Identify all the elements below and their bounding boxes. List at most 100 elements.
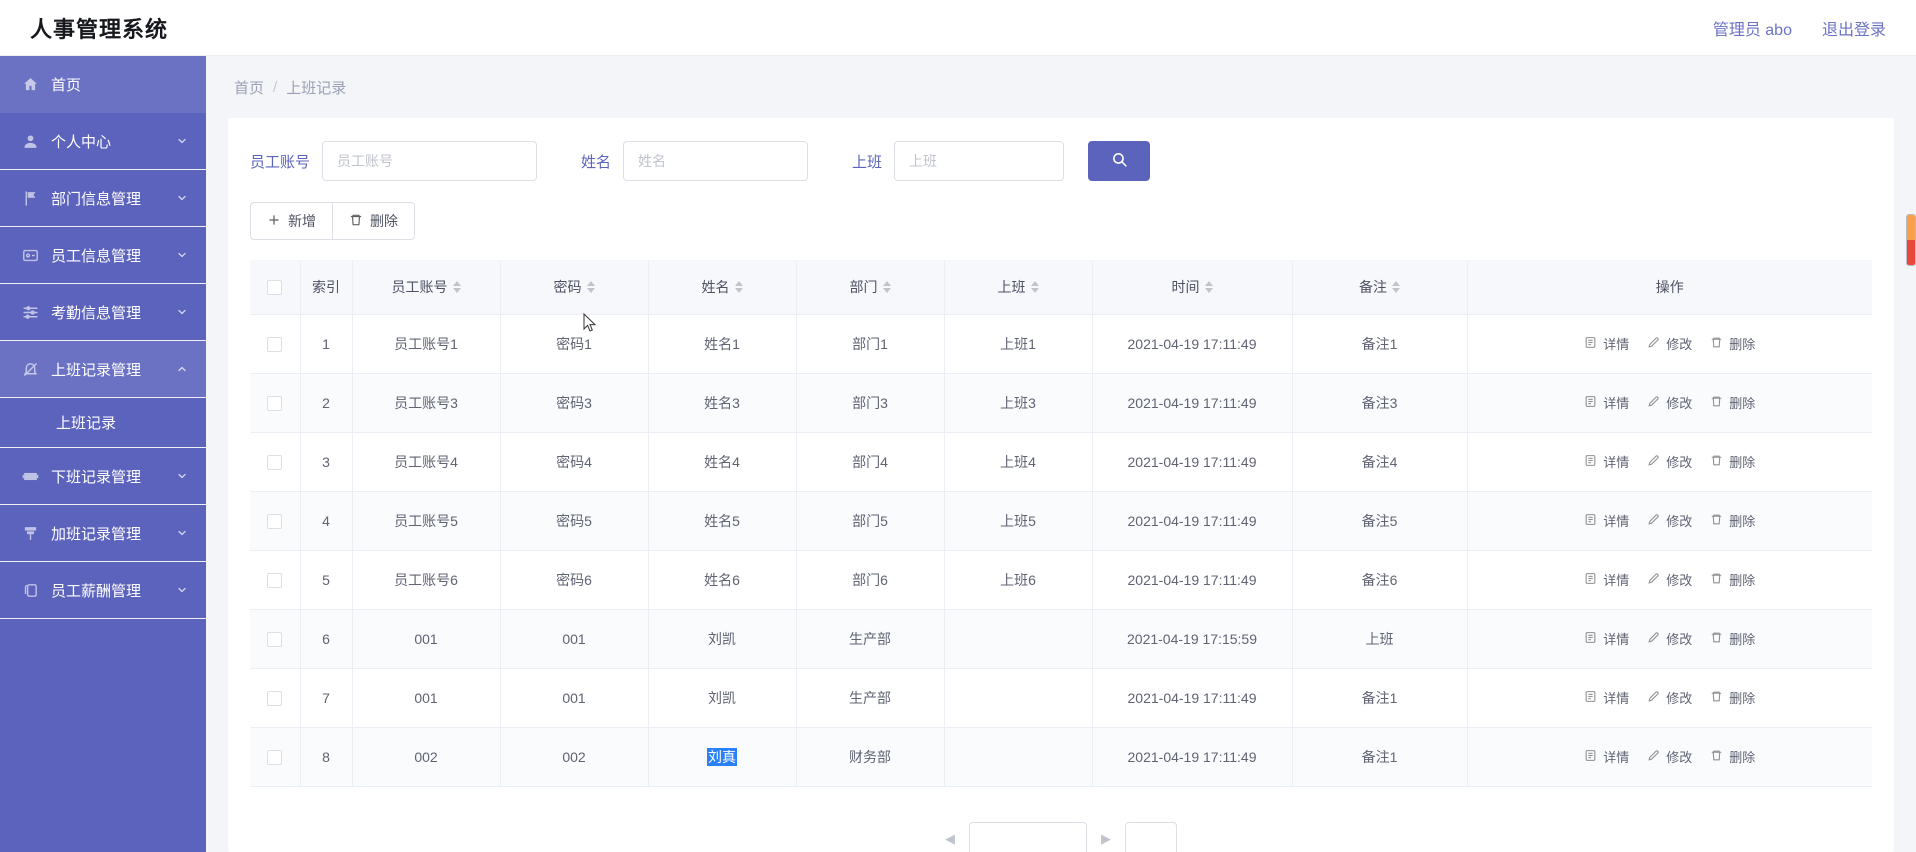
pagination-next[interactable]: ▶ [1101, 831, 1111, 847]
row-detail-button[interactable]: 详情 [1584, 570, 1629, 589]
row-trash-button[interactable]: 删除 [1710, 747, 1755, 766]
table-row[interactable]: 6 001 001 刘凯 生产部 2021-04-19 17:15:59 上班 详情 修改 删除 [250, 609, 1872, 669]
row-checkbox[interactable] [267, 749, 283, 765]
row-edit-button[interactable]: 修改 [1647, 629, 1692, 648]
sort-icon[interactable] [1030, 280, 1039, 293]
add-button[interactable]: 新增 [250, 202, 333, 240]
select-all-checkbox[interactable] [267, 280, 283, 296]
row-checkbox[interactable] [267, 631, 283, 647]
detail-icon [1584, 690, 1597, 706]
row-checkbox[interactable] [267, 513, 283, 529]
pagination: ◀ ▶ [228, 818, 1894, 852]
scrollbar-indicator[interactable] [1906, 214, 1916, 266]
table-row[interactable]: 3 员工账号4 密码4 姓名4 部门4 上班4 2021-04-19 17:11:49 备注4… [250, 432, 1872, 492]
row-edit-button[interactable]: 修改 [1647, 334, 1692, 353]
row-edit-button[interactable]: 修改 [1647, 747, 1692, 766]
row-trash-button[interactable]: 删除 [1710, 334, 1755, 353]
row-trash-button[interactable]: 删除 [1710, 452, 1755, 471]
sidebar-item-overtime-record-management[interactable]: 加班记录管理 [0, 505, 206, 562]
row-detail-button[interactable]: 详情 [1584, 747, 1629, 766]
row-checkbox[interactable] [267, 395, 283, 411]
table-row[interactable]: 8 002 002 刘真 财务部 2021-04-19 17:11:49 备注1 详情 修改 删除 [250, 727, 1872, 787]
cell-time: 2021-04-19 17:11:49 [1092, 550, 1293, 610]
cell-shift [944, 609, 1093, 669]
row-edit-button[interactable]: 修改 [1647, 570, 1692, 589]
row-trash-button[interactable]: 删除 [1710, 688, 1755, 707]
th-remark[interactable]: 备注 [1292, 260, 1468, 315]
table-row[interactable]: 5 员工账号6 密码6 姓名6 部门6 上班6 2021-04-19 17:11:49 备注6… [250, 550, 1872, 610]
th-time[interactable]: 时间 [1092, 260, 1293, 315]
table-head: 索引 员工账号 密码 姓名 部门 上班 时间 备注 操作 [250, 260, 1872, 315]
table-row[interactable]: 4 员工账号5 密码5 姓名5 部门5 上班5 2021-04-19 17:11:49 备注5… [250, 491, 1872, 551]
row-checkbox[interactable] [267, 572, 283, 588]
sort-icon[interactable] [1204, 280, 1213, 293]
table-row[interactable]: 7 001 001 刘凯 生产部 2021-04-19 17:11:49 备注1 详情 修改 删除 [250, 668, 1872, 728]
row-trash-button[interactable]: 删除 [1710, 570, 1755, 589]
row-detail-button[interactable]: 详情 [1584, 393, 1629, 412]
sidebar-item-employee-info-management[interactable]: 员工信息管理 [0, 227, 206, 284]
cell-department: 部门5 [796, 491, 945, 551]
row-detail-button[interactable]: 详情 [1584, 334, 1629, 353]
sort-icon[interactable] [734, 280, 743, 293]
cell-operations: 详情 修改 删除 [1467, 609, 1872, 669]
pagination-jump-input[interactable] [1125, 822, 1177, 852]
search-input-name[interactable] [623, 141, 809, 181]
row-edit-button[interactable]: 修改 [1647, 511, 1692, 530]
row-trash-button[interactable]: 删除 [1710, 511, 1755, 530]
chevron-down-icon [176, 135, 188, 147]
edit-icon [1647, 336, 1660, 352]
row-detail-button[interactable]: 详情 [1584, 452, 1629, 471]
row-detail-button[interactable]: 详情 [1584, 629, 1629, 648]
row-checkbox[interactable] [267, 336, 283, 352]
plus-icon [267, 213, 281, 230]
row-checkbox[interactable] [267, 690, 283, 706]
search-button[interactable] [1088, 141, 1151, 181]
table-row[interactable]: 2 员工账号3 密码3 姓名3 部门3 上班3 2021-04-19 17:11:49 备注3… [250, 373, 1872, 433]
breadcrumb-home[interactable]: 首页 [234, 77, 264, 98]
row-checkbox[interactable] [267, 454, 283, 470]
th-label: 时间 [1171, 278, 1200, 295]
row-detail-button[interactable]: 详情 [1584, 511, 1629, 530]
delete-button[interactable]: 删除 [333, 202, 415, 240]
sort-icon[interactable] [1392, 280, 1400, 293]
sidebar-item-label: 员工信息管理 [51, 247, 142, 265]
sidebar-item-home[interactable]: 首页 [0, 56, 206, 113]
sidebar-item-personal-center[interactable]: 个人中心 [0, 113, 206, 170]
th-account[interactable]: 员工账号 [352, 260, 501, 315]
search-input-shift[interactable] [894, 141, 1065, 181]
sidebar-item-attendance-info-management[interactable]: 考勤信息管理 [0, 284, 206, 341]
sidebar-item-shift-record-management[interactable]: 上班记录管理 [0, 341, 206, 398]
sidebar-subitem-shift-record[interactable]: 上班记录 [0, 398, 206, 448]
cell-shift: 上班1 [944, 314, 1093, 374]
admin-user-link[interactable]: 管理员 abo [1713, 16, 1792, 40]
sidebar-item-department-management[interactable]: 部门信息管理 [0, 170, 206, 227]
breadcrumb-separator: / [273, 78, 278, 96]
delete-button-label: 删除 [370, 213, 398, 229]
sidebar-item-offwork-record-management[interactable]: 下班记录管理 [0, 448, 206, 505]
op-label: 修改 [1666, 750, 1693, 765]
logout-link[interactable]: 退出登录 [1822, 16, 1886, 40]
pagination-pages[interactable] [969, 822, 1087, 852]
row-detail-button[interactable]: 详情 [1584, 688, 1629, 707]
table-row[interactable]: 1 员工账号1 密码1 姓名1 部门1 上班1 2021-04-19 17:11:49 备注1… [250, 314, 1872, 374]
row-trash-button[interactable]: 删除 [1710, 629, 1755, 648]
sort-icon[interactable] [452, 280, 461, 293]
cell-operations: 详情 修改 删除 [1467, 491, 1872, 551]
pagination-prev[interactable]: ◀ [945, 831, 955, 847]
sort-icon[interactable] [882, 280, 891, 293]
th-shift[interactable]: 上班 [944, 260, 1093, 315]
op-label: 修改 [1666, 632, 1693, 647]
sidebar-item-salary-management[interactable]: 员工薪酬管理 [0, 562, 206, 619]
op-label: 详情 [1603, 691, 1630, 706]
search-input-account[interactable] [322, 141, 538, 181]
row-edit-button[interactable]: 修改 [1647, 452, 1692, 471]
th-password[interactable]: 密码 [500, 260, 649, 315]
row-trash-button[interactable]: 删除 [1710, 393, 1755, 412]
row-edit-button[interactable]: 修改 [1647, 688, 1692, 707]
th-department[interactable]: 部门 [796, 260, 945, 315]
th-name[interactable]: 姓名 [648, 260, 797, 315]
row-edit-button[interactable]: 修改 [1647, 393, 1692, 412]
cell-index: 7 [300, 668, 353, 728]
cell-account: 员工账号4 [352, 432, 501, 492]
sort-icon[interactable] [586, 280, 595, 293]
